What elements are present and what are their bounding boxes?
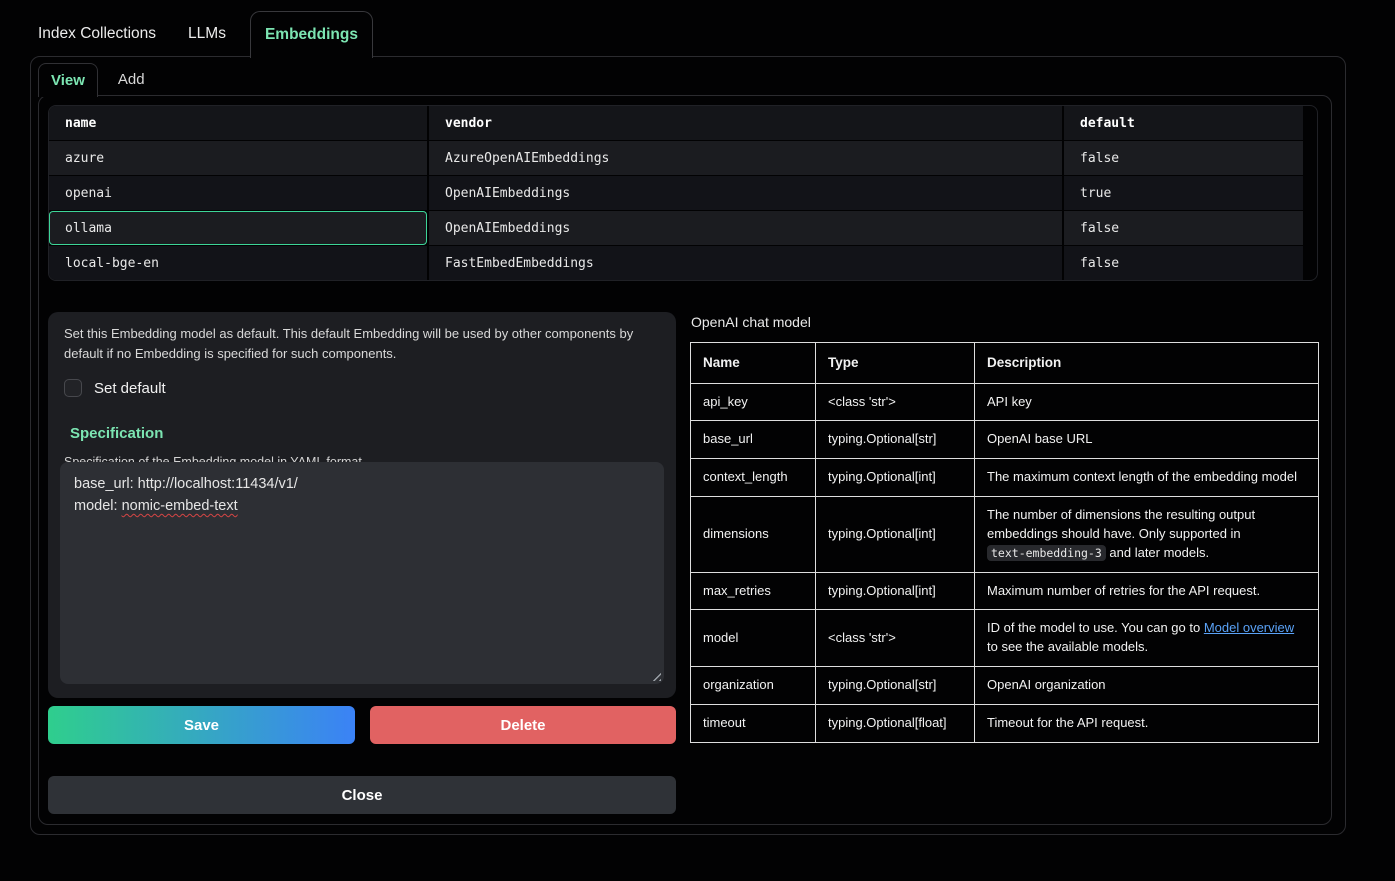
schema-cell-name: organization [691,667,816,705]
yaml-line-model: model: nomic-embed-text [74,496,650,518]
embeddings-page: Index CollectionsLLMsEmbeddings ViewAdd … [0,0,1395,881]
embeddings-row-local-bge-en[interactable]: local-bge-enFastEmbedEmbeddingsfalse [49,246,1303,280]
schema-table: NameTypeDescription api_key<class 'str'>… [690,342,1319,743]
schema-cell-description: API key [975,383,1319,421]
specification-yaml-editor[interactable]: base_url: http://localhost:11434/v1/ mod… [60,462,664,684]
embeddings-row-openai[interactable]: openaiOpenAIEmbeddingstrue [49,176,1303,210]
schema-row-context-length: context_lengthtyping.Optional[int]The ma… [691,459,1319,497]
schema-cell-description: OpenAI base URL [975,421,1319,459]
embeddings-table: namevendordefaultazureAzureOpenAIEmbeddi… [48,105,1318,281]
schema-cell-type: typing.Optional[str] [816,421,975,459]
schema-cell-type: typing.Optional[float] [816,705,975,743]
schema-cell-type: typing.Optional[int] [816,497,975,573]
schema-column-name: Name [691,343,816,384]
main-tab-bar: Index CollectionsLLMs Embeddings [30,10,373,57]
yaml-line-base-url: base_url: http://localhost:11434/v1/ [74,474,650,496]
schema-cell-name: api_key [691,383,816,421]
schema-cell-name: context_length [691,459,816,497]
schema-cell-description: Maximum number of retries for the API re… [975,572,1319,610]
main-tab-index-collections[interactable]: Index Collections [30,25,172,43]
sub-tab-view[interactable]: View [38,63,98,97]
schema-cell-description: ID of the model to use. You can go to Mo… [975,610,1319,667]
model-overview-link[interactable]: Model overview [1204,620,1294,635]
embeddings-row-ollama[interactable]: ollamaOpenAIEmbeddingsfalse [49,211,1303,245]
cell-vendor: OpenAIEmbeddings [429,211,1062,245]
schema-row-base-url: base_urltyping.Optional[str]OpenAI base … [691,421,1319,459]
schema-cell-type: <class 'str'> [816,610,975,667]
main-tab-llms[interactable]: LLMs [172,25,242,43]
schema-row-api-key: api_key<class 'str'>API key [691,383,1319,421]
schema-cell-description: OpenAI organization [975,667,1319,705]
schema-cell-description: The maximum context length of the embedd… [975,459,1319,497]
default-description: Set this Embedding model as default. Thi… [64,324,660,363]
schema-cell-type: typing.Optional[str] [816,667,975,705]
schema-cell-name: max_retries [691,572,816,610]
schema-column-description: Description [975,343,1319,384]
save-button[interactable]: Save [48,706,355,744]
column-header-vendor: vendor [429,106,1062,140]
cell-name: ollama [49,211,427,245]
schema-cell-type: typing.Optional[int] [816,459,975,497]
delete-button[interactable]: Delete [370,706,676,744]
cell-name: openai [49,176,427,210]
schema-row-model: model<class 'str'>ID of the model to use… [691,610,1319,667]
sub-tab-bar: ViewAdd [38,63,165,96]
schema-row-organization: organizationtyping.Optional[str]OpenAI o… [691,667,1319,705]
sub-tab-add[interactable]: Add [98,63,165,96]
column-header-default: default [1064,106,1303,140]
column-header-name: name [49,106,427,140]
cell-default: true [1064,176,1303,210]
cell-default: false [1064,246,1303,280]
cell-default: false [1064,211,1303,245]
schema-header-row: NameTypeDescription [691,343,1319,384]
specification-heading: Specification [70,425,660,442]
yaml-model-value: nomic-embed-text [122,498,238,514]
schema-row-max-retries: max_retriestyping.Optional[int]Maximum n… [691,572,1319,610]
default-settings-card: Set this Embedding model as default. Thi… [48,312,676,698]
set-default-label: Set default [94,380,166,397]
schema-cell-name: model [691,610,816,667]
schema-cell-description: Timeout for the API request. [975,705,1319,743]
cell-name: azure [49,141,427,175]
schema-cell-type: typing.Optional[int] [816,572,975,610]
embeddings-table-header: namevendordefault [49,106,1303,140]
schema-cell-name: timeout [691,705,816,743]
schema-title: OpenAI chat model [691,314,811,330]
embeddings-row-azure[interactable]: azureAzureOpenAIEmbeddingsfalse [49,141,1303,175]
cell-vendor: AzureOpenAIEmbeddings [429,141,1062,175]
code-chip: text-embedding-3 [987,545,1106,561]
schema-column-type: Type [816,343,975,384]
cell-vendor: OpenAIEmbeddings [429,176,1062,210]
set-default-checkbox-row[interactable]: Set default [64,379,166,397]
schema-cell-type: <class 'str'> [816,383,975,421]
main-tab-embeddings[interactable]: Embeddings [250,11,373,58]
schema-cell-name: base_url [691,421,816,459]
schema-row-timeout: timeouttyping.Optional[float]Timeout for… [691,705,1319,743]
set-default-checkbox[interactable] [64,379,82,397]
cell-vendor: FastEmbedEmbeddings [429,246,1062,280]
close-button[interactable]: Close [48,776,676,814]
cell-default: false [1064,141,1303,175]
schema-cell-description: The number of dimensions the resulting o… [975,497,1319,573]
schema-cell-name: dimensions [691,497,816,573]
resize-handle-icon[interactable] [650,670,661,681]
schema-row-dimensions: dimensionstyping.Optional[int]The number… [691,497,1319,573]
cell-name: local-bge-en [49,246,427,280]
